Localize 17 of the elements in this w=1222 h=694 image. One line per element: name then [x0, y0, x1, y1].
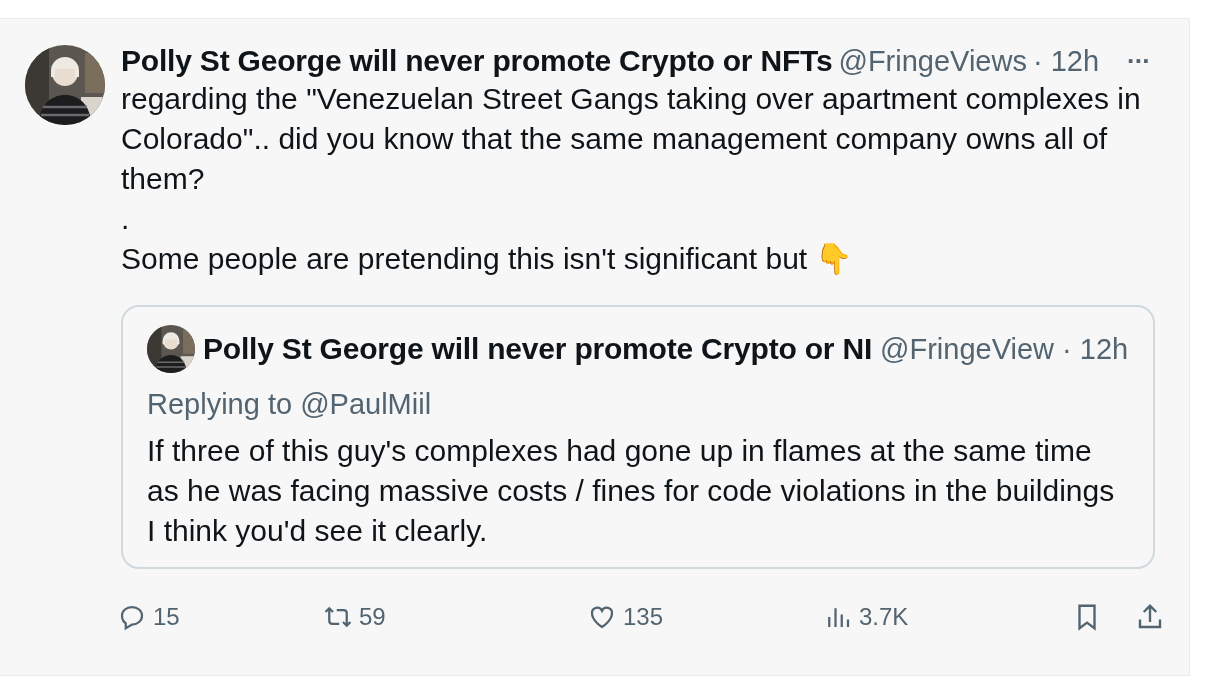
post-time: · 12h — [1032, 44, 1100, 78]
author-name[interactable]: Polly St George will never promote Crypto or NFTs — [121, 44, 833, 78]
more-button[interactable]: ··· — [1127, 45, 1150, 77]
like-count: 135 — [623, 603, 664, 631]
author-handle[interactable]: @FringeViews — [838, 44, 1027, 78]
post-text: regarding the "Venezuelan Street Gangs taking over apartment complexes in Colorado".. did you know that the same management company owns all of them? — [121, 81, 1142, 197]
post-text: Some people are pretending this isn't significant but 👇 — [121, 241, 854, 277]
post-time: · 12h — [1062, 332, 1129, 366]
author-handle: @FringeView — [880, 332, 1055, 366]
author-name: Polly St George will never promote Crypto or NI — [203, 332, 873, 366]
quoted-post[interactable] — [121, 305, 1155, 569]
repost-count: 59 — [359, 603, 386, 631]
replying-to-text: Replying to @PaulMiil — [147, 387, 433, 421]
views-count: 3.7K — [859, 603, 909, 631]
reply-count: 15 — [153, 603, 180, 631]
post-text: . — [121, 201, 131, 237]
quoted-post-text: If three of this guy's complexes had gone up in flames at the same time as he was facing massive costs / fines for code violations in the buildings I think you'd see it clearly. — [147, 433, 1116, 549]
